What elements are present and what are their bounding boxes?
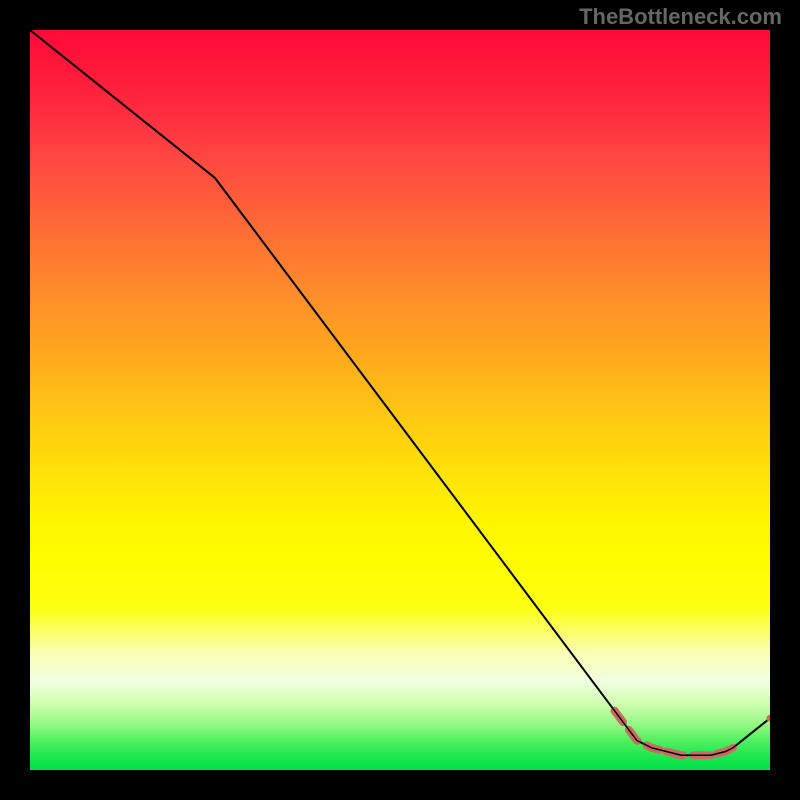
bottleneck-curve-top (30, 30, 770, 755)
chart-line-layer (30, 30, 770, 770)
bottleneck-curve (30, 30, 770, 755)
highlight-dashes (615, 711, 733, 755)
watermark-text: TheBottleneck.com (579, 4, 782, 30)
